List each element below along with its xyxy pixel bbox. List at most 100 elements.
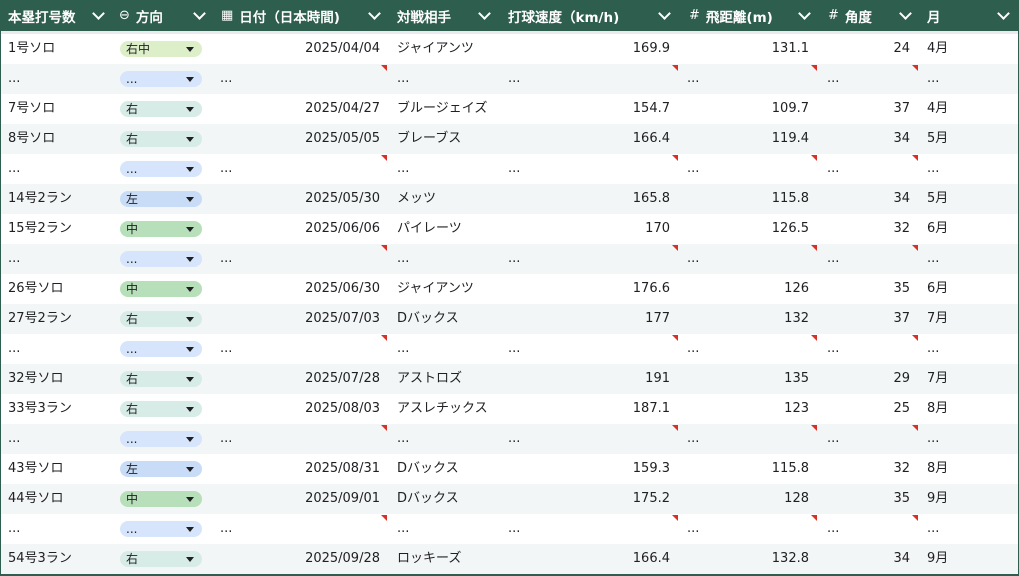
caret-down-icon[interactable]: [186, 407, 194, 412]
date-cell[interactable]: 2025/06/06: [221, 214, 380, 244]
month-cell[interactable]: ...: [927, 64, 939, 94]
date-cell[interactable]: ...: [220, 424, 232, 454]
direction-chip[interactable]: 右: [120, 551, 202, 567]
date-cell[interactable]: 2025/04/27: [221, 94, 380, 124]
hr-number-cell[interactable]: ...: [8, 334, 20, 364]
table-row[interactable]: 8号ソロ 右 2025/05/05 ブレーブス 166.4 119.4 34 5月: [1, 124, 1018, 154]
distance-cell[interactable]: 109.7: [687, 94, 809, 124]
distance-cell[interactable]: ...: [687, 64, 699, 94]
col-header-date[interactable]: ▦ 日付（日本時間): [221, 0, 387, 31]
distance-cell[interactable]: ...: [687, 424, 699, 454]
date-cell[interactable]: ...: [220, 154, 232, 184]
opponent-cell[interactable]: アスレチックス: [397, 394, 488, 424]
col-header-direction[interactable]: ⊖ 方向: [119, 0, 212, 31]
direction-chip[interactable]: 右中: [120, 41, 202, 57]
distance-cell[interactable]: ...: [687, 514, 699, 544]
hr-number-cell[interactable]: 1号ソロ: [8, 34, 55, 64]
caret-down-icon[interactable]: [186, 497, 194, 502]
angle-cell[interactable]: 25: [827, 394, 910, 424]
hr-number-cell[interactable]: 32号ソロ: [8, 364, 64, 394]
date-cell[interactable]: 2025/08/31: [221, 454, 380, 484]
opponent-cell[interactable]: ジャイアンツ: [397, 34, 474, 64]
date-cell[interactable]: 2025/05/05: [221, 124, 380, 154]
caret-down-icon[interactable]: [186, 227, 194, 232]
opponent-cell[interactable]: Dバックス: [397, 484, 459, 514]
hr-number-cell[interactable]: ...: [8, 244, 20, 274]
caret-down-icon[interactable]: [186, 377, 194, 382]
month-cell[interactable]: 7月: [927, 304, 948, 334]
table-row-omitted[interactable]: ........................: [1, 154, 1018, 184]
month-cell[interactable]: 7月: [927, 364, 948, 394]
hr-number-cell[interactable]: 43号ソロ: [8, 454, 64, 484]
direction-chip[interactable]: 右: [120, 371, 202, 387]
table-row[interactable]: 1号ソロ 右中 2025/04/04 ジャイアンツ 169.9 131.1 24 4月: [1, 34, 1018, 64]
angle-cell[interactable]: 24: [827, 34, 910, 64]
opponent-cell[interactable]: ブレーブス: [397, 124, 461, 154]
col-header-distance[interactable]: # 飛距離(m): [689, 0, 817, 31]
direction-chip[interactable]: ...: [120, 71, 202, 87]
opponent-cell[interactable]: パイレーツ: [397, 214, 462, 244]
direction-chip[interactable]: 左: [120, 461, 202, 477]
distance-cell[interactable]: 115.8: [687, 184, 809, 214]
exit-velocity-cell[interactable]: ...: [508, 424, 520, 454]
angle-cell[interactable]: 34: [827, 184, 910, 214]
month-cell[interactable]: ...: [927, 154, 939, 184]
date-cell[interactable]: ...: [220, 64, 232, 94]
exit-velocity-cell[interactable]: 175.2: [508, 484, 670, 514]
month-cell[interactable]: 4月: [927, 94, 948, 124]
date-cell[interactable]: ...: [220, 514, 232, 544]
caret-down-icon[interactable]: [186, 527, 194, 532]
month-cell[interactable]: 9月: [927, 544, 948, 574]
table-row[interactable]: 43号ソロ 左 2025/08/31 Dバックス 159.3 115.8 32 8月: [1, 454, 1018, 484]
caret-down-icon[interactable]: [186, 167, 194, 172]
exit-velocity-cell[interactable]: ...: [508, 64, 520, 94]
exit-velocity-cell[interactable]: 169.9: [508, 34, 670, 64]
date-cell[interactable]: 2025/05/30: [221, 184, 380, 214]
table-row-omitted[interactable]: ........................: [1, 64, 1018, 94]
opponent-cell[interactable]: ジャイアンツ: [397, 274, 474, 304]
exit-velocity-cell[interactable]: 177: [508, 304, 670, 334]
hr-number-cell[interactable]: ...: [8, 64, 20, 94]
month-cell[interactable]: 9月: [927, 484, 948, 514]
hr-number-cell[interactable]: 27号2ラン: [8, 304, 72, 334]
month-cell[interactable]: 8月: [927, 394, 948, 424]
col-header-hr-number[interactable]: 本塁打号数: [8, 0, 111, 31]
chevron-down-icon[interactable]: [997, 7, 1010, 20]
angle-cell[interactable]: 32: [827, 454, 910, 484]
opponent-cell[interactable]: ...: [397, 334, 409, 364]
table-row[interactable]: 32号ソロ 右 2025/07/28 アストロズ 191 135 29 7月: [1, 364, 1018, 394]
exit-velocity-cell[interactable]: 154.7: [508, 94, 670, 124]
distance-cell[interactable]: 123: [687, 394, 809, 424]
chevron-down-icon[interactable]: [478, 7, 491, 20]
month-cell[interactable]: ...: [927, 334, 939, 364]
table-row-omitted[interactable]: ........................: [1, 514, 1018, 544]
col-header-month[interactable]: 月: [927, 0, 1016, 31]
hr-number-cell[interactable]: 15号2ラン: [8, 214, 72, 244]
angle-cell[interactable]: ...: [827, 244, 839, 274]
date-cell[interactable]: 2025/04/04: [221, 34, 380, 64]
angle-cell[interactable]: 34: [827, 124, 910, 154]
opponent-cell[interactable]: ブルージェイズ: [397, 94, 487, 124]
date-cell[interactable]: 2025/06/30: [221, 274, 380, 304]
exit-velocity-cell[interactable]: 166.4: [508, 124, 670, 154]
chevron-down-icon[interactable]: [193, 7, 206, 20]
caret-down-icon[interactable]: [186, 137, 194, 142]
exit-velocity-cell[interactable]: 191: [508, 364, 670, 394]
hr-number-cell[interactable]: 44号ソロ: [8, 484, 64, 514]
opponent-cell[interactable]: ロッキーズ: [397, 544, 461, 574]
angle-cell[interactable]: ...: [827, 424, 839, 454]
angle-cell[interactable]: 37: [827, 304, 910, 334]
caret-down-icon[interactable]: [186, 347, 194, 352]
exit-velocity-cell[interactable]: 176.6: [508, 274, 670, 304]
opponent-cell[interactable]: アストロズ: [397, 364, 462, 394]
distance-cell[interactable]: 128: [687, 484, 809, 514]
caret-down-icon[interactable]: [186, 467, 194, 472]
hr-number-cell[interactable]: 7号ソロ: [8, 94, 55, 124]
exit-velocity-cell[interactable]: 165.8: [508, 184, 670, 214]
month-cell[interactable]: 6月: [927, 274, 948, 304]
caret-down-icon[interactable]: [186, 317, 194, 322]
direction-chip[interactable]: 右: [120, 401, 202, 417]
date-cell[interactable]: ...: [220, 334, 232, 364]
date-cell[interactable]: 2025/07/03: [221, 304, 380, 334]
caret-down-icon[interactable]: [186, 437, 194, 442]
